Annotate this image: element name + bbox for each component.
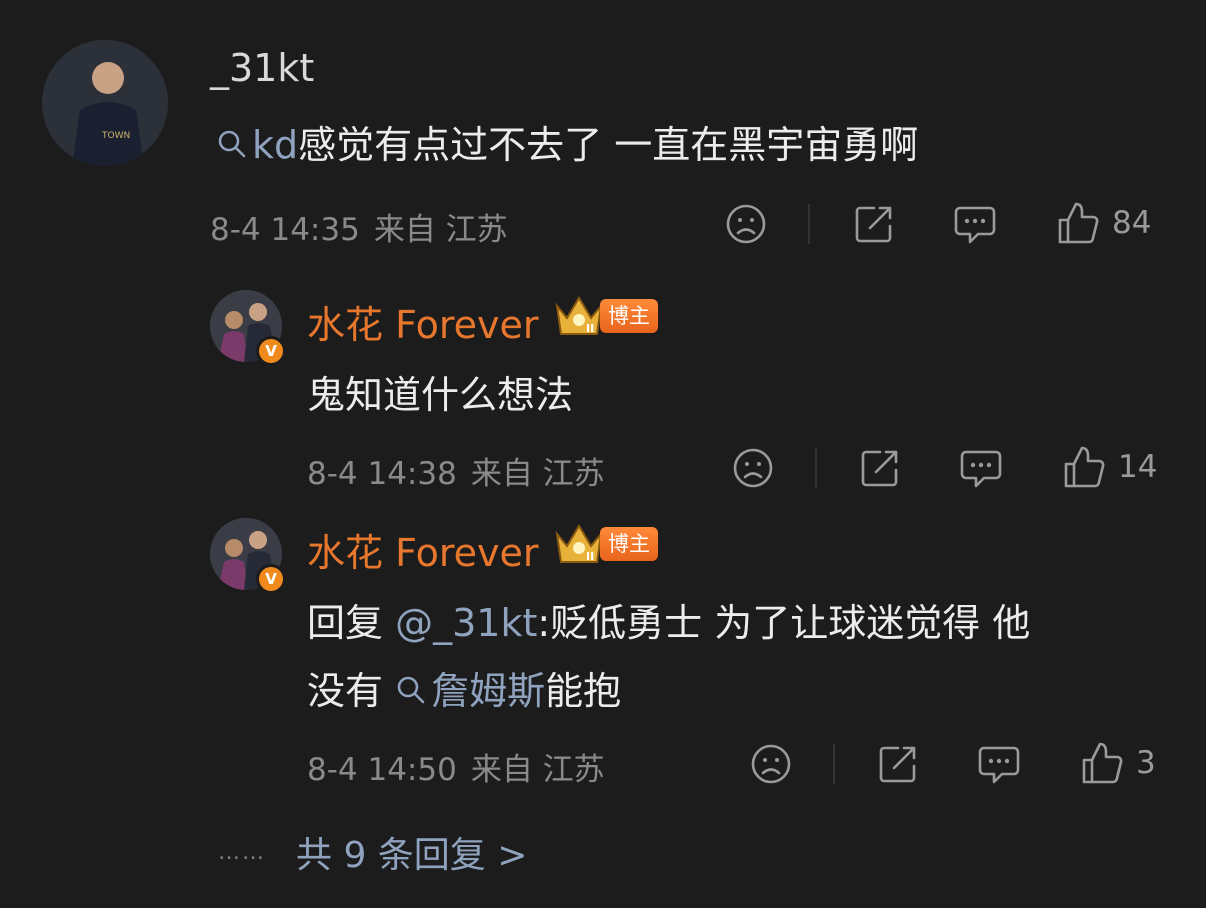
share-icon: [861, 450, 898, 487]
share-button[interactable]: [852, 202, 896, 246]
comment-thread: TOWN _31kt kd感觉有点过不去了 一直在黑宇宙勇啊 8-4 14:35…: [0, 0, 1206, 908]
like-count: 14: [1118, 449, 1158, 485]
reply-username[interactable]: 水花 Forever: [307, 522, 539, 577]
mention-link[interactable]: @_31kt: [395, 601, 537, 645]
share-icon: [855, 206, 892, 243]
reply-button[interactable]: [976, 742, 1022, 786]
like-count: 84: [1112, 205, 1152, 241]
reply-body-part1: :贬低勇士 为了让球迷觉得 他: [537, 601, 1031, 645]
divider: [833, 744, 835, 784]
divider: [815, 448, 817, 488]
search-keyword-text: kd: [252, 123, 299, 167]
reply-location: 来自 江苏: [470, 752, 605, 788]
share-button[interactable]: [876, 742, 920, 786]
dislike-button[interactable]: [749, 742, 793, 786]
dislike-button[interactable]: [724, 202, 768, 246]
like-button[interactable]: 3: [1080, 740, 1156, 786]
search-keyword-link[interactable]: kd: [216, 123, 298, 167]
reply-meta: 8-4 14:50 来自 江苏: [307, 744, 619, 789]
search-icon: [397, 676, 425, 704]
sad-face-icon: [733, 448, 773, 488]
comment-icon: [954, 206, 996, 244]
more-replies-link[interactable]: 共 9 条回复 >: [296, 826, 527, 878]
reply-button[interactable]: [958, 446, 1004, 490]
blogger-tag: 博主: [600, 527, 658, 561]
reply-location: 来自 江苏: [470, 456, 605, 492]
sad-face-icon: [726, 204, 766, 244]
reply-body-part3: 能抱: [545, 669, 622, 713]
sad-face-icon: [751, 744, 791, 784]
search-keyword-link[interactable]: 詹姆斯: [395, 669, 545, 713]
search-keyword-text: 詹姆斯: [431, 669, 546, 713]
search-icon: [218, 130, 246, 158]
svg-text:TOWN: TOWN: [101, 131, 130, 141]
comment-icon: [978, 746, 1020, 784]
blogger-tag: 博主: [600, 299, 658, 333]
more-dots: ……: [218, 839, 266, 865]
comment-icon: [960, 450, 1002, 488]
reply-time: 8-4 14:38: [307, 456, 457, 492]
blogger-badge: II 博主: [552, 292, 658, 340]
like-count: 3: [1136, 745, 1156, 781]
crown-icon: II: [555, 296, 603, 335]
reply-prefix: 回复: [307, 601, 396, 645]
comment-time: 8-4 14:35: [210, 212, 360, 248]
reply-text: 鬼知道什么想法: [307, 373, 574, 417]
like-button[interactable]: 14: [1062, 444, 1157, 490]
svg-text:II: II: [586, 550, 594, 563]
svg-text:II: II: [586, 322, 594, 335]
share-button[interactable]: [858, 446, 902, 490]
reply-meta: 8-4 14:38 来自 江苏: [307, 448, 619, 493]
reply-time: 8-4 14:50: [307, 752, 457, 788]
thumbs-up-icon: [1064, 446, 1105, 488]
comment-username[interactable]: _31kt: [210, 46, 314, 90]
verified-icon: V: [256, 336, 286, 366]
comment-text: kd感觉有点过不去了 一直在黑宇宙勇啊: [216, 114, 918, 169]
thumbs-up-icon: [1058, 202, 1099, 244]
comment-meta: 8-4 14:35 来自 江苏: [210, 204, 522, 249]
divider: [808, 204, 810, 244]
reply-text-line1: 回复 @_31kt:贬低勇士 为了让球迷觉得 他: [307, 592, 1030, 647]
verified-glyph: V: [265, 342, 277, 360]
verified-glyph: V: [265, 570, 277, 588]
comment-location: 来自 江苏: [373, 212, 508, 248]
blogger-badge: II 博主: [552, 520, 658, 568]
reply-username[interactable]: 水花 Forever: [307, 294, 539, 349]
verified-icon: V: [256, 564, 286, 594]
reply-body-part2: 没有: [307, 669, 396, 713]
more-replies-row: …… 共 9 条回复 >: [218, 826, 527, 878]
thumbs-up-icon: [1082, 742, 1123, 784]
dislike-button[interactable]: [731, 446, 775, 490]
reply-text-line2: 没有 詹姆斯能抱: [307, 660, 621, 715]
crown-icon: II: [555, 524, 603, 563]
reply-button[interactable]: [952, 202, 998, 246]
avatar[interactable]: TOWN: [42, 40, 168, 166]
comment-body: 感觉有点过不去了 一直在黑宇宙勇啊: [298, 123, 919, 167]
share-icon: [879, 746, 916, 783]
like-button[interactable]: 84: [1056, 200, 1151, 246]
